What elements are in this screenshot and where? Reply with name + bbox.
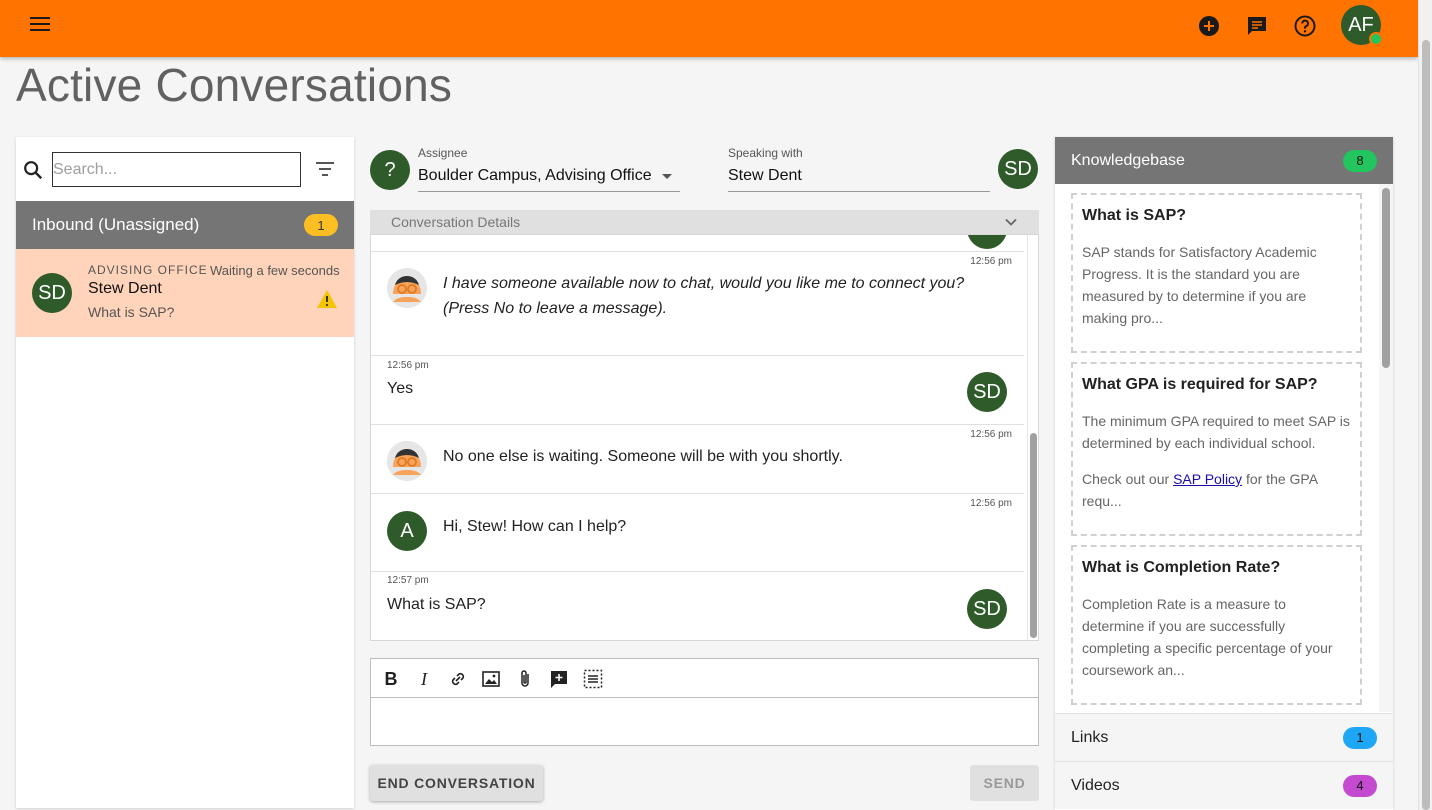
message-time: 12:56 pm — [970, 256, 1012, 267]
search-icon — [24, 161, 43, 180]
top-app-bar: AF — [0, 0, 1418, 57]
assignee-select[interactable]: Boulder Campus, Advising Office — [418, 167, 680, 192]
knowledgebase-header[interactable]: Knowledgebase 8 — [1055, 137, 1393, 184]
message-text: Yes — [387, 380, 414, 397]
search-input[interactable] — [52, 152, 301, 187]
assignee-avatar: ? — [370, 150, 410, 190]
menu-icon[interactable] — [30, 17, 50, 33]
avatar: A — [387, 511, 427, 551]
kb-article-card[interactable]: What GPA is required for SAP? The minimu… — [1071, 362, 1362, 536]
knowledgebase-panel: Knowledgebase 8 What is SAP? SAP stands … — [1055, 137, 1393, 810]
message-text: What is SAP? — [387, 596, 486, 613]
kb-article-card[interactable]: What is Completion Rate? Completion Rate… — [1071, 545, 1362, 705]
message-time: 12:56 pm — [387, 360, 429, 371]
kb-article-body: SAP stands for Satisfactory Academic Pro… — [1082, 244, 1317, 326]
conversation-name: Stew Dent — [88, 280, 162, 297]
online-status-dot — [1369, 32, 1383, 46]
user-avatar[interactable]: AF — [1341, 5, 1383, 46]
chat-message: 12:56 pm I have someone available now to… — [371, 252, 1024, 356]
chat-icon[interactable] — [1245, 14, 1269, 38]
assignee-label: Assignee — [418, 146, 468, 160]
add-comment-icon[interactable] — [548, 668, 570, 690]
window-scrollbar[interactable] — [1418, 0, 1432, 810]
filter-icon[interactable] — [314, 159, 336, 179]
kb-article-body: The minimum GPA required to meet SAP is … — [1082, 413, 1350, 451]
chat-message: 12:56 pm No one else is waiting. Someone… — [371, 425, 1024, 494]
add-circle-icon[interactable] — [1197, 14, 1221, 38]
message-time: 12:57 pm — [387, 575, 429, 586]
speaking-with-avatar: SD — [998, 149, 1038, 189]
kb-article-title: What is Completion Rate? — [1082, 559, 1281, 576]
chevron-down-icon[interactable] — [662, 174, 672, 179]
avatar — [967, 235, 1007, 249]
chat-message: 12:57 pm What is SAP? SD — [371, 572, 1024, 640]
speaking-with-field: Stew Dent — [728, 167, 990, 192]
end-conversation-button[interactable]: END CONVERSATION — [370, 765, 543, 801]
editor-toolbar: B I — [371, 659, 1038, 698]
inbound-unassigned-header[interactable]: Inbound (Unassigned) 1 — [16, 201, 354, 249]
videos-section[interactable]: Videos 4 — [1055, 761, 1393, 809]
avatar: SD — [967, 589, 1007, 629]
bot-avatar-icon — [387, 441, 427, 481]
chat-transcript[interactable]: 12:56 pm I have someone available now to… — [370, 234, 1039, 641]
message-time: 12:56 pm — [970, 498, 1012, 509]
conversation-wait-time: Waiting a few seconds — [210, 263, 340, 278]
links-count-badge: 1 — [1343, 726, 1377, 749]
inbound-count-badge: 1 — [304, 214, 338, 236]
message-text: No one else is waiting. Someone will be … — [443, 448, 843, 465]
help-icon[interactable] — [1293, 14, 1317, 38]
message-text: I have someone available now to chat, wo… — [443, 275, 965, 317]
conversation-list-item[interactable]: SD ADVISING OFFICE Waiting a few seconds… — [16, 249, 354, 337]
avatar: SD — [967, 372, 1007, 412]
user-initials: AF — [1348, 13, 1374, 36]
conversation-details-toggle[interactable]: Conversation Details — [370, 210, 1039, 234]
speaking-with-label: Speaking with — [728, 146, 803, 160]
conversation-list-panel: Inbound (Unassigned) 1 SD ADVISING OFFIC… — [16, 137, 354, 808]
send-button[interactable]: SEND — [970, 765, 1039, 801]
link-icon[interactable] — [447, 668, 469, 690]
videos-label: Videos — [1071, 776, 1120, 794]
message-text: Hi, Stew! How can I help? — [443, 518, 627, 535]
kb-text: Check out our — [1082, 471, 1174, 487]
avatar: SD — [32, 273, 72, 313]
warning-icon — [317, 290, 337, 308]
sap-policy-link[interactable]: SAP Policy — [1173, 471, 1242, 487]
bot-avatar-icon — [387, 268, 427, 308]
videos-count-badge: 4 — [1343, 774, 1377, 797]
kb-article-body: Completion Rate is a measure to determin… — [1082, 596, 1333, 678]
attachment-icon[interactable] — [514, 668, 536, 690]
kb-article-title: What GPA is required for SAP? — [1082, 376, 1318, 393]
links-section[interactable]: Links 1 — [1055, 713, 1393, 761]
links-label: Links — [1071, 728, 1109, 746]
image-icon[interactable] — [480, 668, 502, 690]
italic-icon[interactable]: I — [413, 668, 435, 690]
page-title: Active Conversations — [16, 59, 453, 111]
chat-message: 12:56 pm A Hi, Stew! How can I help? — [371, 494, 1024, 572]
message-editor[interactable]: B I — [370, 658, 1039, 746]
inbound-label: Inbound (Unassigned) — [32, 215, 200, 234]
chat-scrollbar[interactable] — [1027, 235, 1038, 640]
kb-article-title: What is SAP? — [1082, 207, 1187, 224]
chat-message: 12:56 pm Yes SD — [371, 356, 1024, 425]
kb-article-body-more: Check out our SAP Policy for the GPA req… — [1082, 468, 1351, 512]
select-area-icon[interactable] — [582, 668, 604, 690]
bold-icon[interactable]: B — [380, 668, 402, 690]
conversation-details-label: Conversation Details — [391, 214, 521, 230]
conversation-office: ADVISING OFFICE — [88, 263, 208, 277]
chevron-down-icon — [1005, 218, 1017, 226]
chat-message — [371, 235, 1024, 252]
knowledgebase-list[interactable]: What is SAP? SAP stands for Satisfactory… — [1055, 184, 1393, 712]
kb-article-card[interactable]: What is SAP? SAP stands for Satisfactory… — [1071, 193, 1362, 353]
conversation-preview: What is SAP? — [88, 304, 175, 320]
knowledgebase-label: Knowledgebase — [1071, 151, 1185, 169]
kb-scrollbar[interactable] — [1379, 184, 1393, 712]
knowledgebase-count-badge: 8 — [1343, 149, 1377, 172]
message-time: 12:56 pm — [970, 429, 1012, 440]
